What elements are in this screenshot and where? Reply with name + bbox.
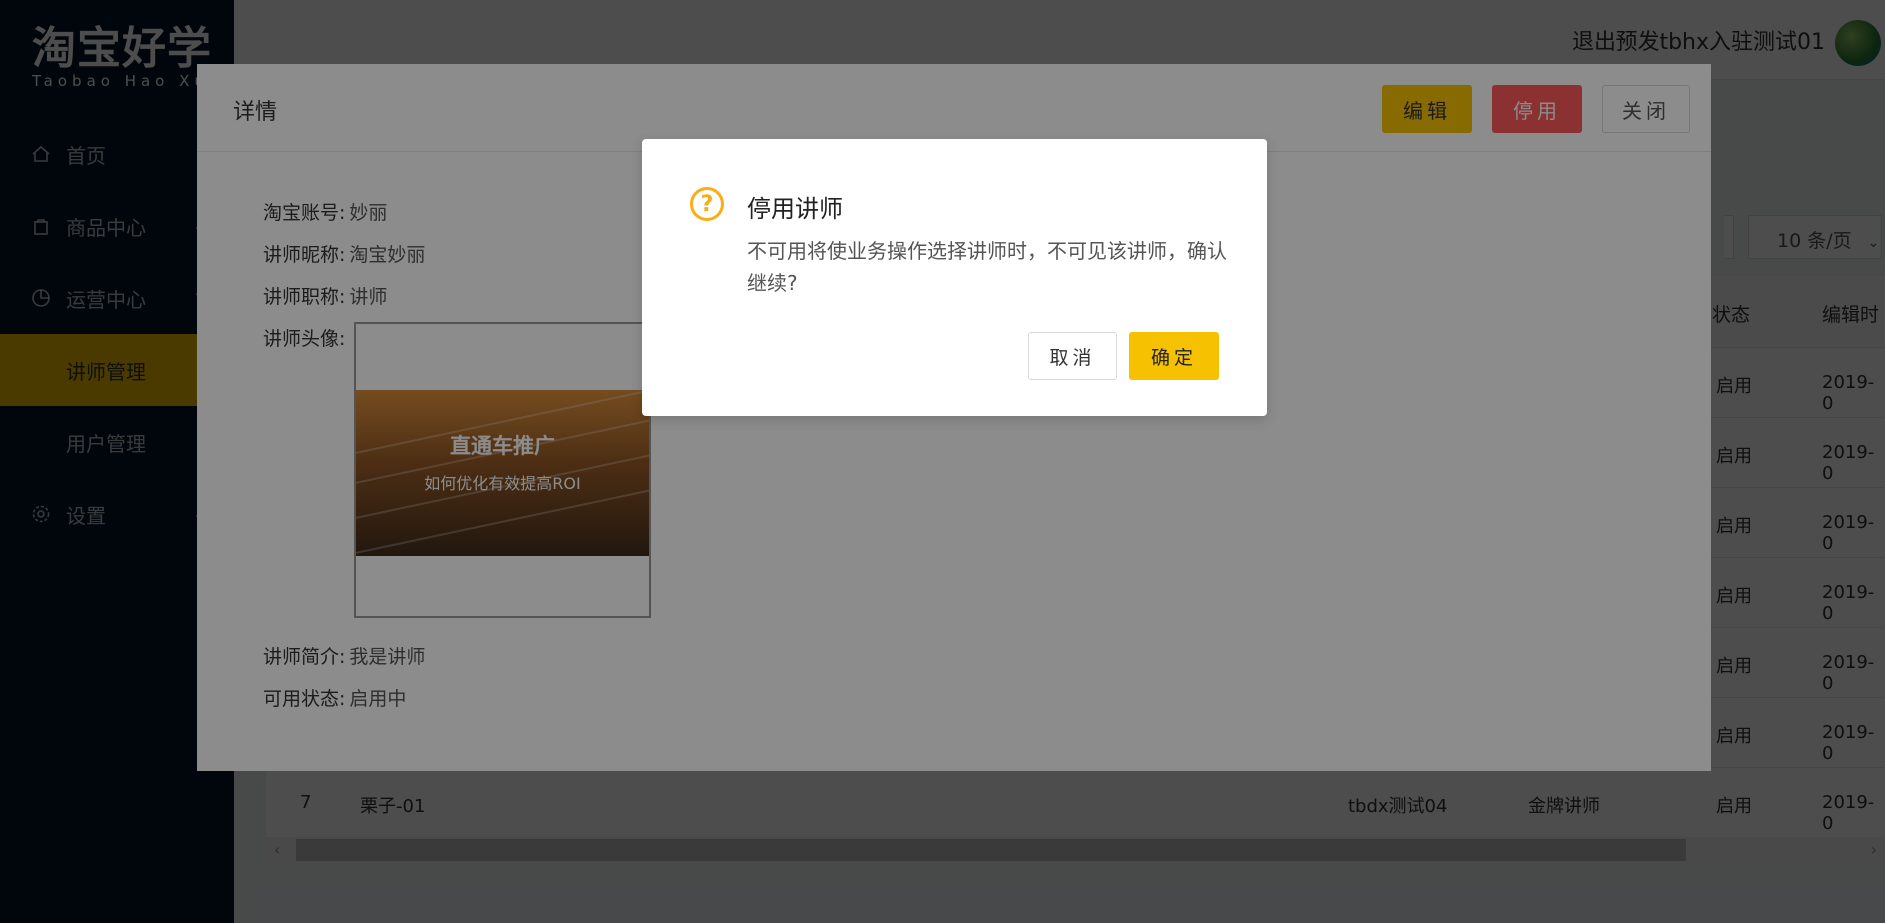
cancel-button[interactable]: 取消 — [1028, 332, 1117, 380]
confirm-button[interactable]: 确定 — [1129, 332, 1219, 380]
modal-title: 停用讲师 — [747, 195, 843, 223]
confirm-modal: ? 停用讲师 不可用将使业务操作选择讲师时，不可见该讲师，确认继续? 取消 确定 — [642, 139, 1267, 416]
modal-content: 不可用将使业务操作选择讲师时，不可见该讲师，确认继续? — [747, 239, 1227, 295]
question-icon: ? — [690, 187, 724, 221]
